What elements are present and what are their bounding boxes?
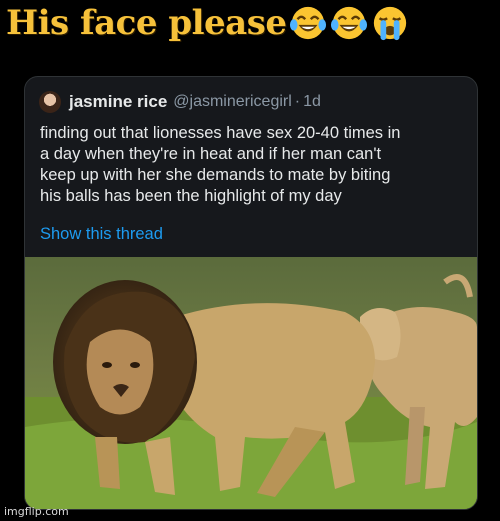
tweet-text-line: a day when they're in heat and if her ma… xyxy=(40,145,382,163)
separator-dot: · xyxy=(294,93,301,110)
tweet-text-line: keep up with her she demands to mate by … xyxy=(40,166,391,184)
loudly-crying-emoji-icon xyxy=(374,6,407,41)
tweet-header: jasmine rice @jasminericegirl · 1d xyxy=(39,91,321,113)
tweet-text: finding out that lionesses have sex 20-4… xyxy=(40,123,470,207)
laughing-tears-emoji-icon xyxy=(290,6,327,40)
imgflip-watermark: imgflip.com xyxy=(4,505,69,518)
caption-text: His face please xyxy=(6,3,287,43)
meme-caption: His face please xyxy=(6,0,409,46)
tweet-text-line: finding out that lionesses have sex 20-4… xyxy=(40,124,401,142)
lion-and-lioness-photo[interactable] xyxy=(25,257,477,509)
display-name[interactable]: jasmine rice xyxy=(69,92,167,112)
user-handle[interactable]: @jasminericegirl xyxy=(173,93,292,111)
tweet-text-line: his balls has been the highlight of my d… xyxy=(40,187,342,205)
laughing-tears-emoji-icon xyxy=(331,6,368,40)
timestamp[interactable]: 1d xyxy=(303,93,321,111)
show-thread-link[interactable]: Show this thread xyxy=(40,225,163,244)
avatar[interactable] xyxy=(39,91,61,113)
tweet-card[interactable]: jasmine rice @jasminericegirl · 1d findi… xyxy=(24,76,478,510)
